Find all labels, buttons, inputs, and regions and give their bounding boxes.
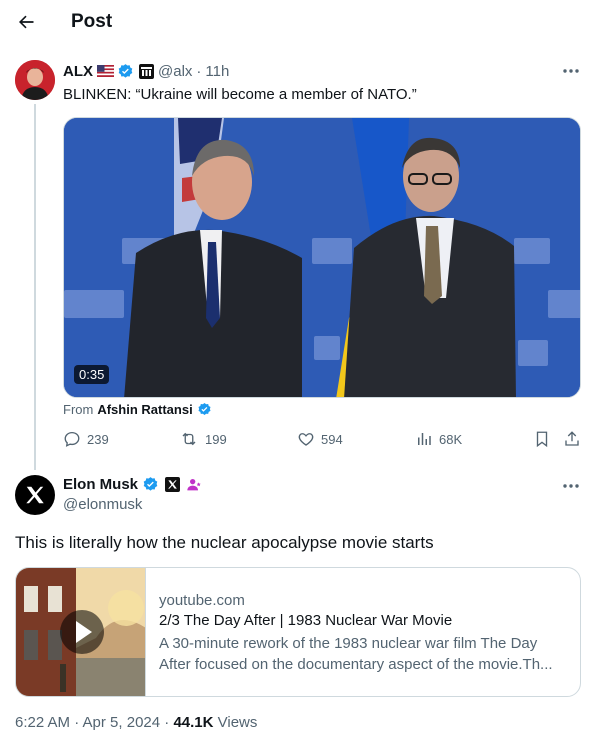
link-preview-card[interactable]: youtube.com 2/3 The Day After | 1983 Nuc…	[15, 567, 581, 697]
back-button[interactable]	[12, 8, 40, 36]
parent-tweet-text: BLINKEN: “Ukraine will become a member o…	[63, 86, 417, 103]
parent-tweet-actions: 239 199 594 68K	[63, 430, 585, 452]
main-tweet-header: Elon Musk	[63, 476, 202, 493]
parent-tweet-header: ALX @alx · 11h	[63, 61, 229, 81]
avatar-elonmusk[interactable]	[15, 475, 55, 515]
card-domain: youtube.com	[159, 592, 245, 609]
author-handle[interactable]: @alx	[158, 63, 192, 80]
views-icon	[418, 433, 431, 445]
video-duration: 0:35	[74, 365, 110, 384]
video-player[interactable]	[63, 117, 581, 398]
like-button[interactable]: 594	[297, 430, 343, 448]
verified-badge-icon	[197, 402, 212, 417]
bookmark-icon	[536, 431, 548, 448]
affiliate-badge-icon	[139, 63, 154, 79]
main-tweet-text: This is literally how the nuclear apocal…	[15, 533, 434, 552]
page-title: Post	[71, 11, 113, 32]
verified-badge-icon	[117, 63, 134, 80]
more-button[interactable]	[559, 61, 583, 81]
thread-line	[34, 104, 36, 470]
card-body: youtube.com 2/3 The Day After | 1983 Nuc…	[159, 592, 569, 675]
separator-dot: ·	[196, 62, 202, 80]
from-source-name[interactable]: Afshin Rattansi	[97, 402, 192, 417]
card-description: A 30-minute rework of the 1983 nuclear w…	[159, 635, 553, 673]
card-title: 2/3 The Day After | 1983 Nuclear War Mov…	[159, 612, 453, 629]
views-count: 68K	[439, 431, 463, 447]
views-label: Views	[213, 714, 258, 731]
top-bar: Post	[0, 0, 598, 46]
repost-button[interactable]: 199	[179, 430, 227, 448]
views-button[interactable]: 68K	[415, 430, 462, 448]
from-attribution: From Afshin Rattansi	[63, 402, 212, 417]
more-button[interactable]	[559, 476, 583, 496]
avatar-alx[interactable]	[15, 60, 55, 100]
like-count: 594	[321, 431, 343, 447]
post-datetime[interactable]: 6:22 AM · Apr 5, 2024 ·	[15, 714, 173, 731]
x-logo-icon	[26, 486, 44, 504]
author-name[interactable]: ALX	[63, 63, 93, 80]
from-prefix: From	[63, 402, 94, 417]
more-icon	[563, 484, 579, 488]
bookmark-button[interactable]	[533, 430, 551, 448]
author-name[interactable]: Elon Musk	[63, 476, 138, 493]
reply-count: 239	[87, 431, 109, 447]
views-total: 44.1K	[173, 714, 214, 731]
government-badge-icon	[186, 477, 202, 493]
like-icon	[298, 433, 314, 446]
x-affiliate-badge-icon	[165, 477, 181, 492]
post-meta: 6:22 AM · Apr 5, 2024 · 44.1K Views	[15, 714, 257, 731]
share-icon	[565, 431, 579, 446]
post-time[interactable]: 11h	[205, 63, 229, 80]
reply-icon	[64, 431, 80, 447]
share-button[interactable]	[563, 430, 581, 448]
us-flag-icon	[97, 65, 114, 77]
video-frame	[64, 118, 580, 397]
reply-button[interactable]: 239	[63, 430, 109, 448]
card-thumbnail	[16, 568, 146, 696]
back-arrow-icon	[19, 15, 34, 29]
author-handle[interactable]: @elonmusk	[63, 496, 142, 513]
repost-icon	[182, 432, 196, 446]
repost-count: 199	[205, 431, 227, 447]
more-icon	[563, 69, 579, 73]
verified-badge-icon	[142, 476, 159, 493]
